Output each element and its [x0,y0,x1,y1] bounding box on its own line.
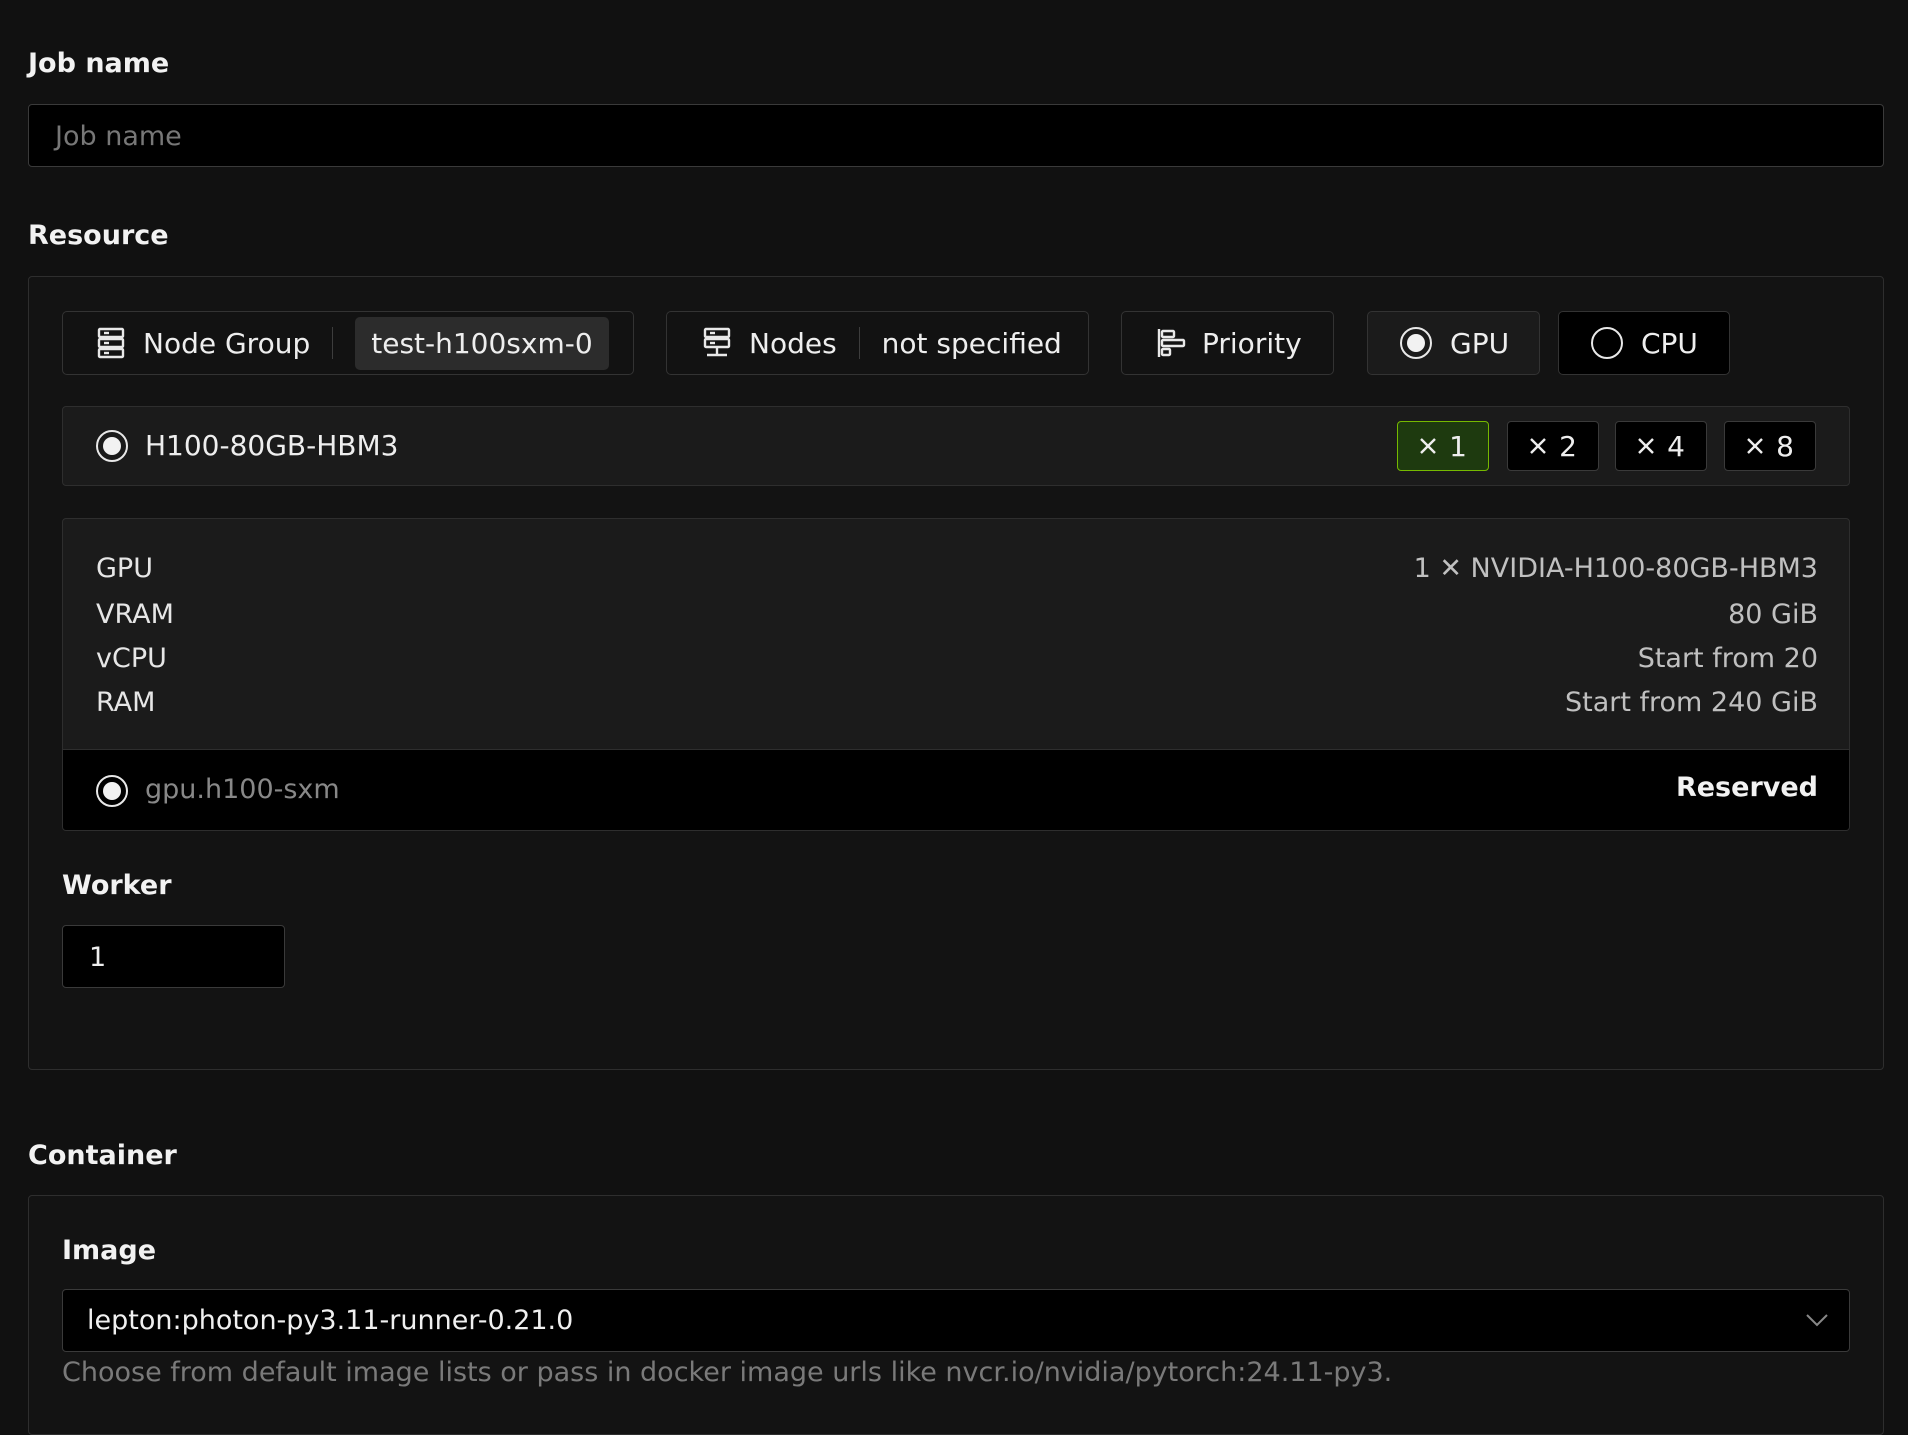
node-group-selector[interactable]: Node Group test-h100sxm-0 [62,311,634,375]
gpu-count-value: 1 [1449,429,1467,463]
radio-unselected-icon [1591,327,1623,359]
gpu-count-value: 2 [1559,429,1577,463]
multiply-icon [1747,438,1763,454]
multiply-icon [1638,438,1654,454]
radio-selected-icon [1400,327,1432,359]
radio-selected-icon [96,430,128,462]
gpu-count-value: 8 [1776,429,1794,463]
gpu-option[interactable]: GPU [1367,311,1540,375]
server-stack-icon [97,327,127,359]
container-label: Container [28,1140,177,1171]
chevron-down-icon [1805,1310,1829,1334]
gpu-count-8-button[interactable]: 8 [1724,421,1816,471]
worker-input[interactable]: 1 [62,925,285,988]
gpu-count-4-button[interactable]: 4 [1615,421,1707,471]
multiply-icon [1530,438,1546,454]
nodes-value: not specified [881,326,1062,360]
image-value: lepton:photon-py3.11-runner-0.21.0 [87,1305,574,1336]
spec-key: VRAM [96,599,174,630]
cpu-option-label: CPU [1641,326,1698,360]
reserved-badge: Reserved [1675,772,1818,803]
radio-selected-icon [96,775,128,807]
priority-label: Priority [1202,326,1302,360]
priority-selector[interactable]: Priority [1121,311,1334,375]
spec-key: vCPU [96,643,167,674]
shape-option-row[interactable]: gpu.h100-sxm Reserved [63,749,1849,830]
multiply-icon [1420,438,1436,454]
image-label: Image [62,1235,157,1266]
gpu-count-value: 4 [1667,429,1685,463]
spec-value: 1 ✕ NVIDIA-H100-80GB-HBM3 [1413,553,1818,584]
nodes-selector[interactable]: Nodes not specified [666,311,1089,375]
server-stack-icon [703,327,733,359]
gpu-count-1-button[interactable]: 1 [1397,421,1489,471]
divider [858,327,860,359]
job-name-label: Job name [28,48,170,79]
gpu-spec-panel: GPU 1 ✕ NVIDIA-H100-80GB-HBM3 VRAM 80 Gi… [62,518,1850,831]
shape-name: gpu.h100-sxm [145,774,340,805]
resource-label: Resource [28,220,169,251]
worker-label: Worker [62,870,172,901]
spec-list: GPU 1 ✕ NVIDIA-H100-80GB-HBM3 VRAM 80 Gi… [63,519,1849,749]
worker-value: 1 [89,942,107,973]
image-help-text: Choose from default image lists or pass … [62,1357,1393,1388]
node-group-label: Node Group [143,326,311,360]
priority-bars-icon [1156,327,1186,359]
spec-key: GPU [96,553,153,584]
spec-key: RAM [96,687,156,718]
job-name-input[interactable]: Job name [28,104,1884,167]
divider [332,327,334,359]
cpu-option[interactable]: CPU [1558,311,1730,375]
gpu-option-label: GPU [1450,326,1510,360]
gpu-model-name: H100-80GB-HBM3 [145,429,399,462]
gpu-count-2-button[interactable]: 2 [1507,421,1599,471]
nodes-label: Nodes [749,326,837,360]
image-select[interactable]: lepton:photon-py3.11-runner-0.21.0 [62,1289,1850,1352]
spec-value: Start from 20 [1637,643,1818,674]
spec-value: 80 GiB [1728,599,1818,630]
job-name-placeholder: Job name [55,121,182,152]
node-group-value: test-h100sxm-0 [355,316,609,370]
spec-value: Start from 240 GiB [1564,687,1818,718]
